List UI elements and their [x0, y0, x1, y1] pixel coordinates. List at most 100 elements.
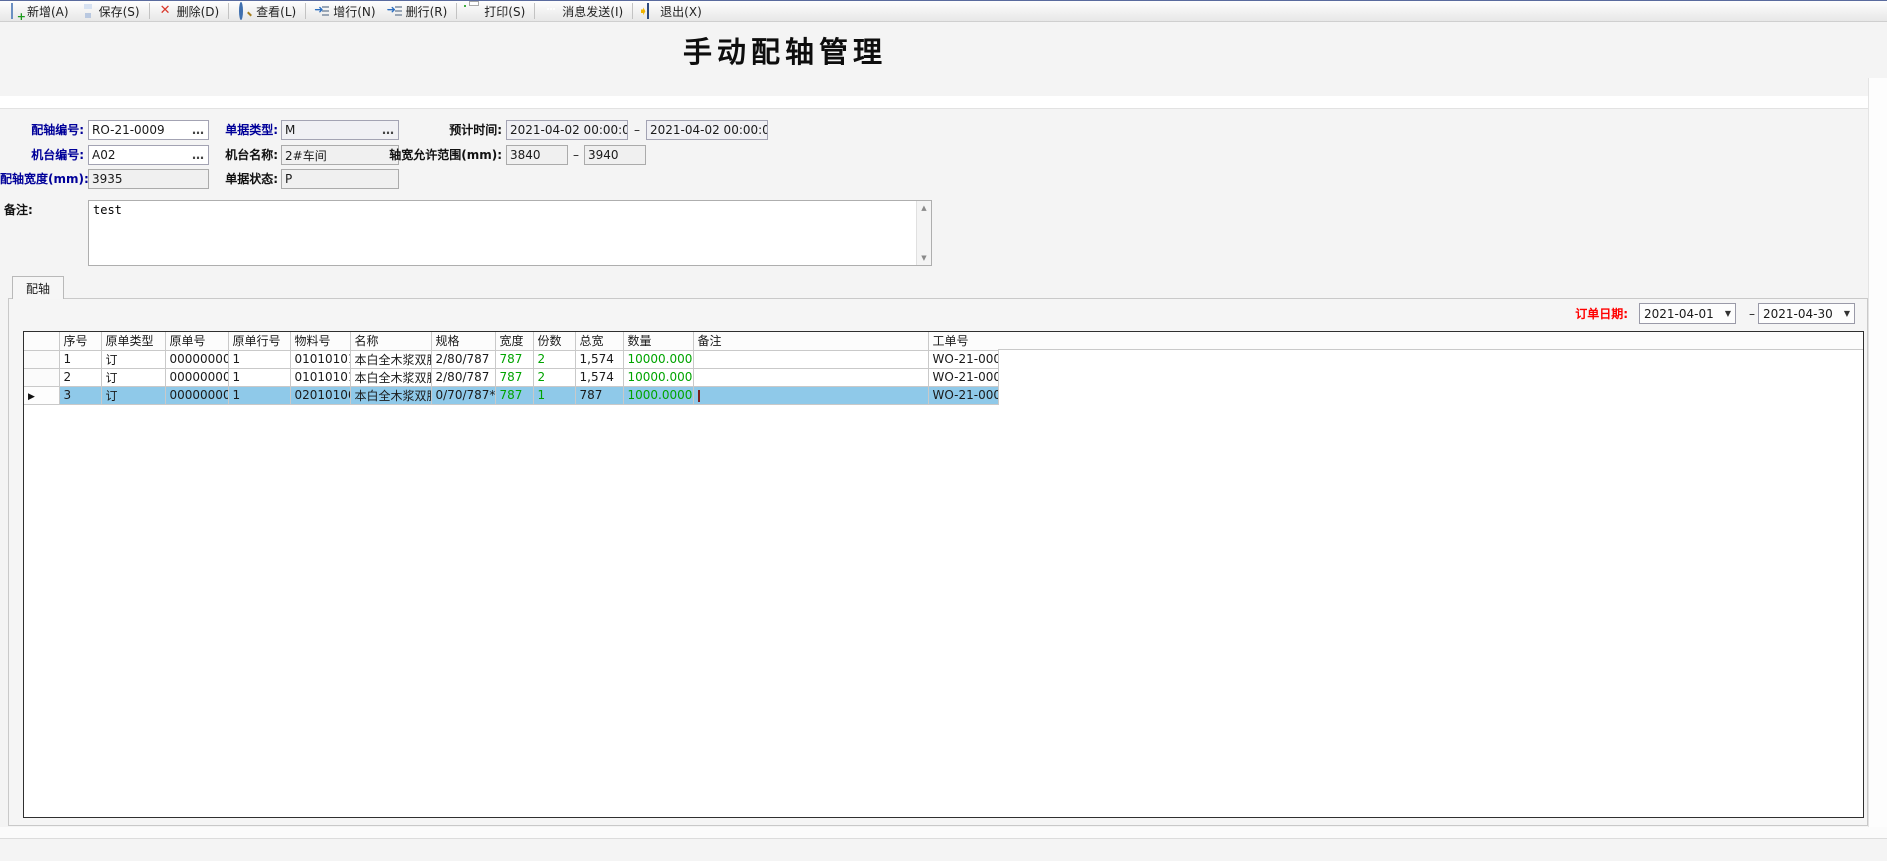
cell-orig-line-no[interactable]: 1: [228, 368, 290, 386]
save-button[interactable]: 保存(S): [75, 1, 146, 21]
row-selector[interactable]: [24, 368, 59, 386]
cell-qty[interactable]: 1000.0000: [623, 386, 693, 404]
cell-name[interactable]: 本白全木浆双胶纸: [350, 350, 431, 368]
col-width[interactable]: 宽度: [495, 332, 533, 350]
cell-spec[interactable]: 2/80/787: [431, 368, 495, 386]
col-seq[interactable]: 序号: [59, 332, 101, 350]
cell-remark[interactable]: [693, 350, 928, 368]
cell-total-width[interactable]: 787: [575, 386, 623, 404]
delete-button[interactable]: 删除(D): [153, 1, 226, 21]
doc-type-lookup-button[interactable]: …: [378, 123, 395, 137]
remark-scrollbar[interactable]: ▲ ▼: [916, 201, 931, 265]
scroll-up-icon[interactable]: ▲: [921, 204, 926, 212]
add-row-button[interactable]: 增行(N): [309, 1, 381, 21]
tab-pz-label: 配轴: [26, 280, 50, 297]
cell-orig-no[interactable]: 0000000007: [165, 386, 228, 404]
cell-spec[interactable]: 2/80/787: [431, 350, 495, 368]
cell-work-order[interactable]: WO-21-0003: [928, 386, 998, 404]
machine-name-value: 2#车间: [285, 147, 327, 164]
chevron-down-icon[interactable]: ▼: [1721, 309, 1731, 318]
table-row-selected[interactable]: ▶ 3 订 0000000007 1 020101001 本白全木浆双胶纸 0/…: [24, 386, 998, 404]
cell-width[interactable]: 787: [495, 386, 533, 404]
col-orig-type[interactable]: 原单类型: [101, 332, 165, 350]
cell-qty[interactable]: 10000.0000: [623, 350, 693, 368]
print-button[interactable]: 打印(S): [460, 1, 531, 21]
scroll-down-icon[interactable]: ▼: [921, 254, 926, 262]
grid-header-row: 序号 原单类型 原单号 原单行号 物料号 名称 规格 宽度 份数 总宽 数量 备…: [24, 332, 998, 350]
order-date-dash: –: [1747, 304, 1757, 324]
cell-remark-editing[interactable]: [693, 386, 928, 404]
cell-orig-type[interactable]: 订: [101, 368, 165, 386]
exit-button[interactable]: 退出(X): [636, 1, 708, 21]
cell-orig-line-no[interactable]: 1: [228, 386, 290, 404]
cell-width[interactable]: 787: [495, 350, 533, 368]
remark-textarea[interactable]: test: [89, 201, 916, 265]
cell-width[interactable]: 787: [495, 368, 533, 386]
cell-spec[interactable]: 0/70/787*1092: [431, 386, 495, 404]
order-date-label: 订单日期:: [1558, 304, 1628, 324]
cell-qty[interactable]: 10000.0000: [623, 368, 693, 386]
cell-orig-line-no[interactable]: 1: [228, 350, 290, 368]
remark-field[interactable]: test ▲ ▼: [88, 200, 932, 266]
cell-copies[interactable]: 2: [533, 350, 575, 368]
cell-total-width[interactable]: 1,574: [575, 350, 623, 368]
col-orig-line-no[interactable]: 原单行号: [228, 332, 290, 350]
pz-no-lookup-button[interactable]: …: [188, 123, 205, 137]
cell-remark[interactable]: [693, 368, 928, 386]
cell-orig-type[interactable]: 订: [101, 386, 165, 404]
cell-orig-no[interactable]: 0000000003: [165, 368, 228, 386]
expected-time-to-picker[interactable]: 2021-04-02 00:00:00 ▼: [646, 120, 768, 140]
table-row[interactable]: 2 订 0000000003 1 010101010 本白全木浆双胶纸 2/80…: [24, 368, 998, 386]
message-send-button[interactable]: 消息发送(I): [538, 1, 629, 21]
expected-time-from-value: 2021-04-02 00:00:00: [510, 123, 628, 137]
col-spec[interactable]: 规格: [431, 332, 495, 350]
pz-no-field[interactable]: RO-21-0009 …: [88, 120, 209, 140]
order-date-to-value: 2021-04-30: [1763, 307, 1833, 321]
machine-no-field[interactable]: A02 …: [88, 145, 209, 165]
view-button[interactable]: 查看(L): [232, 1, 302, 21]
delete-row-button-label: 删行(R): [406, 3, 448, 20]
cell-material-no[interactable]: 010101010: [290, 350, 350, 368]
cell-copies[interactable]: 2: [533, 368, 575, 386]
col-qty[interactable]: 数量: [623, 332, 693, 350]
section-divider: [0, 96, 1868, 109]
cell-material-no[interactable]: 010101010: [290, 368, 350, 386]
col-total-width[interactable]: 总宽: [575, 332, 623, 350]
cell-total-width[interactable]: 1,574: [575, 368, 623, 386]
delete-row-button[interactable]: 删行(R): [382, 1, 454, 21]
col-material-no[interactable]: 物料号: [290, 332, 350, 350]
cell-seq[interactable]: 1: [59, 350, 101, 368]
doc-type-field[interactable]: M …: [281, 120, 399, 140]
cell-copies[interactable]: 1: [533, 386, 575, 404]
cell-seq[interactable]: 3: [59, 386, 101, 404]
table-row[interactable]: 1 订 0000000006 1 010101010 本白全木浆双胶纸 2/80…: [24, 350, 998, 368]
page-title: 手动配轴管理: [683, 29, 887, 71]
print-icon: [466, 4, 480, 18]
machine-no-lookup-button[interactable]: …: [188, 148, 205, 162]
col-name[interactable]: 名称: [350, 332, 431, 350]
cell-material-no[interactable]: 020101001: [290, 386, 350, 404]
cell-work-order[interactable]: WO-21-0001: [928, 350, 998, 368]
order-date-to-picker[interactable]: 2021-04-30 ▼: [1758, 303, 1855, 324]
cell-orig-type[interactable]: 订: [101, 350, 165, 368]
cell-name[interactable]: 本白全木浆双胶纸: [350, 386, 431, 404]
col-remark[interactable]: 备注: [693, 332, 928, 350]
cell-seq[interactable]: 2: [59, 368, 101, 386]
cell-work-order[interactable]: WO-21-0002: [928, 368, 998, 386]
row-selector[interactable]: [24, 350, 59, 368]
tab-pz[interactable]: 配轴: [12, 276, 64, 299]
cell-name[interactable]: 本白全木浆双胶纸: [350, 368, 431, 386]
col-copies[interactable]: 份数: [533, 332, 575, 350]
chevron-down-icon[interactable]: ▼: [1840, 309, 1850, 318]
expected-time-from-picker[interactable]: 2021-04-02 00:00:00 ▼: [506, 120, 628, 140]
width-range-from-value: 3840: [510, 148, 541, 162]
col-orig-no[interactable]: 原单号: [165, 332, 228, 350]
order-date-from-value: 2021-04-01: [1644, 307, 1714, 321]
order-date-from-picker[interactable]: 2021-04-01 ▼: [1639, 303, 1736, 324]
add-row-icon: [315, 4, 329, 18]
cell-orig-no[interactable]: 0000000006: [165, 350, 228, 368]
row-selector-current[interactable]: ▶: [24, 386, 59, 404]
add-row-button-label: 增行(N): [333, 3, 375, 20]
new-button[interactable]: 新增(A): [3, 1, 75, 21]
col-work-order[interactable]: 工单号: [928, 332, 998, 350]
